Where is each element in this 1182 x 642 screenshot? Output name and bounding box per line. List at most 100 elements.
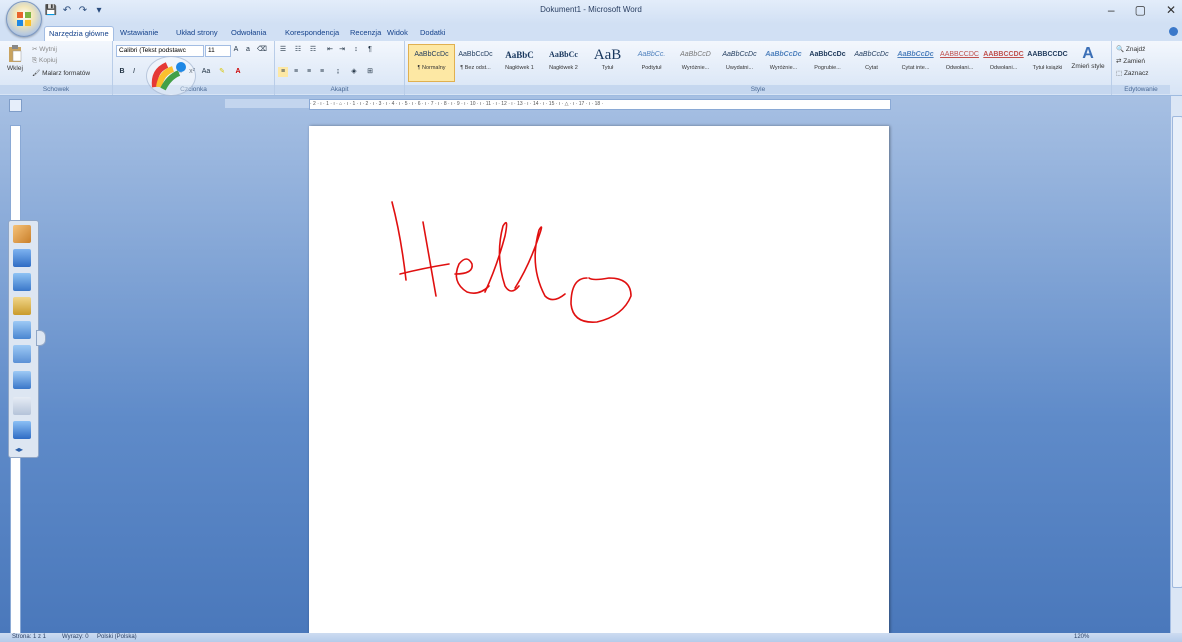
style-item[interactable]: AABBCCDC Odwołani... xyxy=(980,44,1027,82)
close-button[interactable]: ✕ xyxy=(1166,3,1176,17)
increase-indent-icon[interactable]: ⇥ xyxy=(337,45,347,55)
status-page[interactable]: Strona: 1 z 1 xyxy=(12,634,46,640)
bold-icon[interactable]: B xyxy=(117,67,127,77)
italic-icon[interactable]: I xyxy=(129,67,139,77)
style-item[interactable]: AaBbCcDc ¶ Normalny xyxy=(408,44,455,82)
expand-arrows-icon[interactable]: ◂▸ xyxy=(15,445,23,454)
status-language[interactable]: Polski (Polska) xyxy=(97,634,137,640)
ink-stroke-l2 xyxy=(514,226,566,301)
zoom-level[interactable]: 120% xyxy=(1074,634,1089,640)
style-item[interactable]: AaBbCcDc Cytat xyxy=(848,44,895,82)
redo-arrow-icon[interactable] xyxy=(13,371,31,389)
style-item[interactable]: AABBCCDC Tytuł książki xyxy=(1024,44,1071,82)
numbering-icon[interactable]: ☷ xyxy=(293,45,303,55)
style-sample: AaBbCcDc xyxy=(722,51,757,58)
style-item[interactable]: AaBbCcDc Wyróżnie... xyxy=(760,44,807,82)
grow-font-icon[interactable]: A xyxy=(231,45,241,55)
justify-icon[interactable]: ≡ xyxy=(317,67,327,77)
borders-icon[interactable]: ⊞ xyxy=(365,67,375,77)
style-item[interactable]: AaBbCc Nagłówek 2 xyxy=(540,44,587,82)
style-sample: AaBbCc xyxy=(549,50,578,59)
align-left-icon[interactable]: ≡ xyxy=(278,67,288,77)
style-name: Cytat xyxy=(865,65,878,71)
copy-button[interactable]: ⎘ Kopiuj xyxy=(32,57,57,65)
bullets-icon[interactable]: ☰ xyxy=(278,45,288,55)
tab-view[interactable]: Widok xyxy=(383,26,412,40)
font-color-icon[interactable]: A xyxy=(233,67,243,77)
paste-button[interactable]: Wklej xyxy=(4,45,26,72)
multilevel-list-icon[interactable]: ☶ xyxy=(308,45,318,55)
group-paragraph: ☰ ☷ ☶ ⇤ ⇥ ↕ ¶ ≡ ≡ ≡ ≡ ↨ ◈ ⊞ Akapit xyxy=(275,41,405,95)
line-spacing-icon[interactable]: ↨ xyxy=(333,67,343,77)
panel-collapse-handle[interactable] xyxy=(36,330,46,346)
style-item[interactable]: AaBbC Nagłówek 1 xyxy=(496,44,543,82)
style-item[interactable]: AaBbCcD Wyróżnie... xyxy=(672,44,719,82)
group-label-styles: Style xyxy=(405,85,1111,94)
replace-button[interactable]: ⇄ Zamień xyxy=(1116,57,1145,65)
tab-insert[interactable]: Wstawianie xyxy=(116,26,162,40)
group-styles: AaBbCcDc ¶ Normalny AaBbCcDc ¶ Bez odst... A… xyxy=(405,41,1112,95)
status-words[interactable]: Wyrazy: 0 xyxy=(62,634,89,640)
help-icon[interactable] xyxy=(1169,27,1178,36)
tab-mailings[interactable]: Korespondencja xyxy=(281,26,343,40)
group-clipboard: Wklej ✂ Wytnij ⎘ Kopiuj 🖌 Malarz formató… xyxy=(0,41,113,95)
style-item[interactable]: AaBbCcDc Uwydatni... xyxy=(716,44,763,82)
style-item[interactable]: AaBbCcDc ¶ Bez odst... xyxy=(452,44,499,82)
style-item[interactable]: AaB Tytuł xyxy=(584,44,631,82)
clear-format-icon[interactable]: ⌫ xyxy=(257,45,267,55)
speaker-icon[interactable] xyxy=(13,397,31,415)
tab-addins[interactable]: Dodatki xyxy=(416,26,449,40)
document-page[interactable] xyxy=(309,126,889,634)
ink-drawing xyxy=(391,201,632,323)
format-painter-button[interactable]: 🖌 Malarz formatów xyxy=(32,69,90,77)
show-marks-icon[interactable]: ¶ xyxy=(365,45,375,55)
cut-button[interactable]: ✂ Wytnij xyxy=(32,45,57,53)
horizontal-ruler[interactable]: · 2 · ı · 1 · ı · ⌂ · ı · 1 · ı · 2 · ı … xyxy=(309,99,891,110)
select-button[interactable]: ⬚ Zaznacz xyxy=(1116,69,1149,77)
vertical-scrollbar[interactable] xyxy=(1170,96,1182,633)
tool-highlight-overlay xyxy=(146,56,196,96)
font-family-select[interactable]: Calibri (Tekst podstawc xyxy=(116,45,204,57)
tab-review[interactable]: Recenzja xyxy=(346,26,385,40)
tab-selector-button[interactable] xyxy=(9,99,22,112)
change-case-icon[interactable]: Aa xyxy=(201,67,211,77)
style-item[interactable]: AaBbCcDc Pogrubie... xyxy=(804,44,851,82)
new-page-icon[interactable] xyxy=(13,273,31,291)
font-size-select[interactable]: 11 xyxy=(205,45,231,57)
align-center-icon[interactable]: ≡ xyxy=(291,67,301,77)
office-button[interactable] xyxy=(6,1,42,37)
change-styles-button[interactable]: A Zmień style xyxy=(1070,45,1106,70)
maximize-button[interactable]: ▢ xyxy=(1135,3,1146,17)
sort-icon[interactable]: ↕ xyxy=(351,45,361,55)
tab-references[interactable]: Odwołania xyxy=(227,26,270,40)
style-item[interactable]: AABBCCDC Odwołani... xyxy=(936,44,983,82)
tab-page-layout[interactable]: Układ strony xyxy=(172,26,222,40)
document-icon[interactable] xyxy=(13,297,31,315)
style-sample: AaBbCcDc xyxy=(414,51,449,58)
style-name: Uwydatni... xyxy=(725,65,754,71)
style-item[interactable]: AaBbCcDc Cytat inte... xyxy=(892,44,939,82)
ink-tools-panel: ◂▸ xyxy=(8,220,39,458)
tab-home[interactable]: Narzędzia główne xyxy=(44,26,114,41)
group-label-paragraph: Akapit xyxy=(275,85,404,94)
decrease-indent-icon[interactable]: ⇤ xyxy=(325,45,335,55)
paste-icon xyxy=(9,45,22,62)
align-right-icon[interactable]: ≡ xyxy=(304,67,314,77)
style-item[interactable]: AaBbCc. Podtytuł xyxy=(628,44,675,82)
shading-icon[interactable]: ◈ xyxy=(349,67,359,77)
style-sample: AaBbCcDc xyxy=(854,51,889,58)
minimize-button[interactable]: – xyxy=(1108,3,1115,17)
highlight-icon[interactable]: ✎ xyxy=(217,67,227,77)
pen-tool-icon[interactable] xyxy=(13,225,31,243)
style-name: Nagłówek 2 xyxy=(549,65,578,71)
ink-stroke-e xyxy=(454,258,490,294)
save-page-icon[interactable] xyxy=(13,249,31,267)
style-sample: AaBbCcDc xyxy=(765,51,802,58)
eraser-icon[interactable] xyxy=(13,321,31,339)
select-arrow-icon[interactable] xyxy=(13,345,31,363)
shrink-font-icon[interactable]: a xyxy=(243,45,253,55)
screen-icon[interactable] xyxy=(13,421,31,439)
scrollbar-thumb[interactable] xyxy=(1172,116,1182,588)
style-name: Cytat inte... xyxy=(901,65,930,71)
find-button[interactable]: 🔍 Znajdź xyxy=(1116,45,1145,53)
